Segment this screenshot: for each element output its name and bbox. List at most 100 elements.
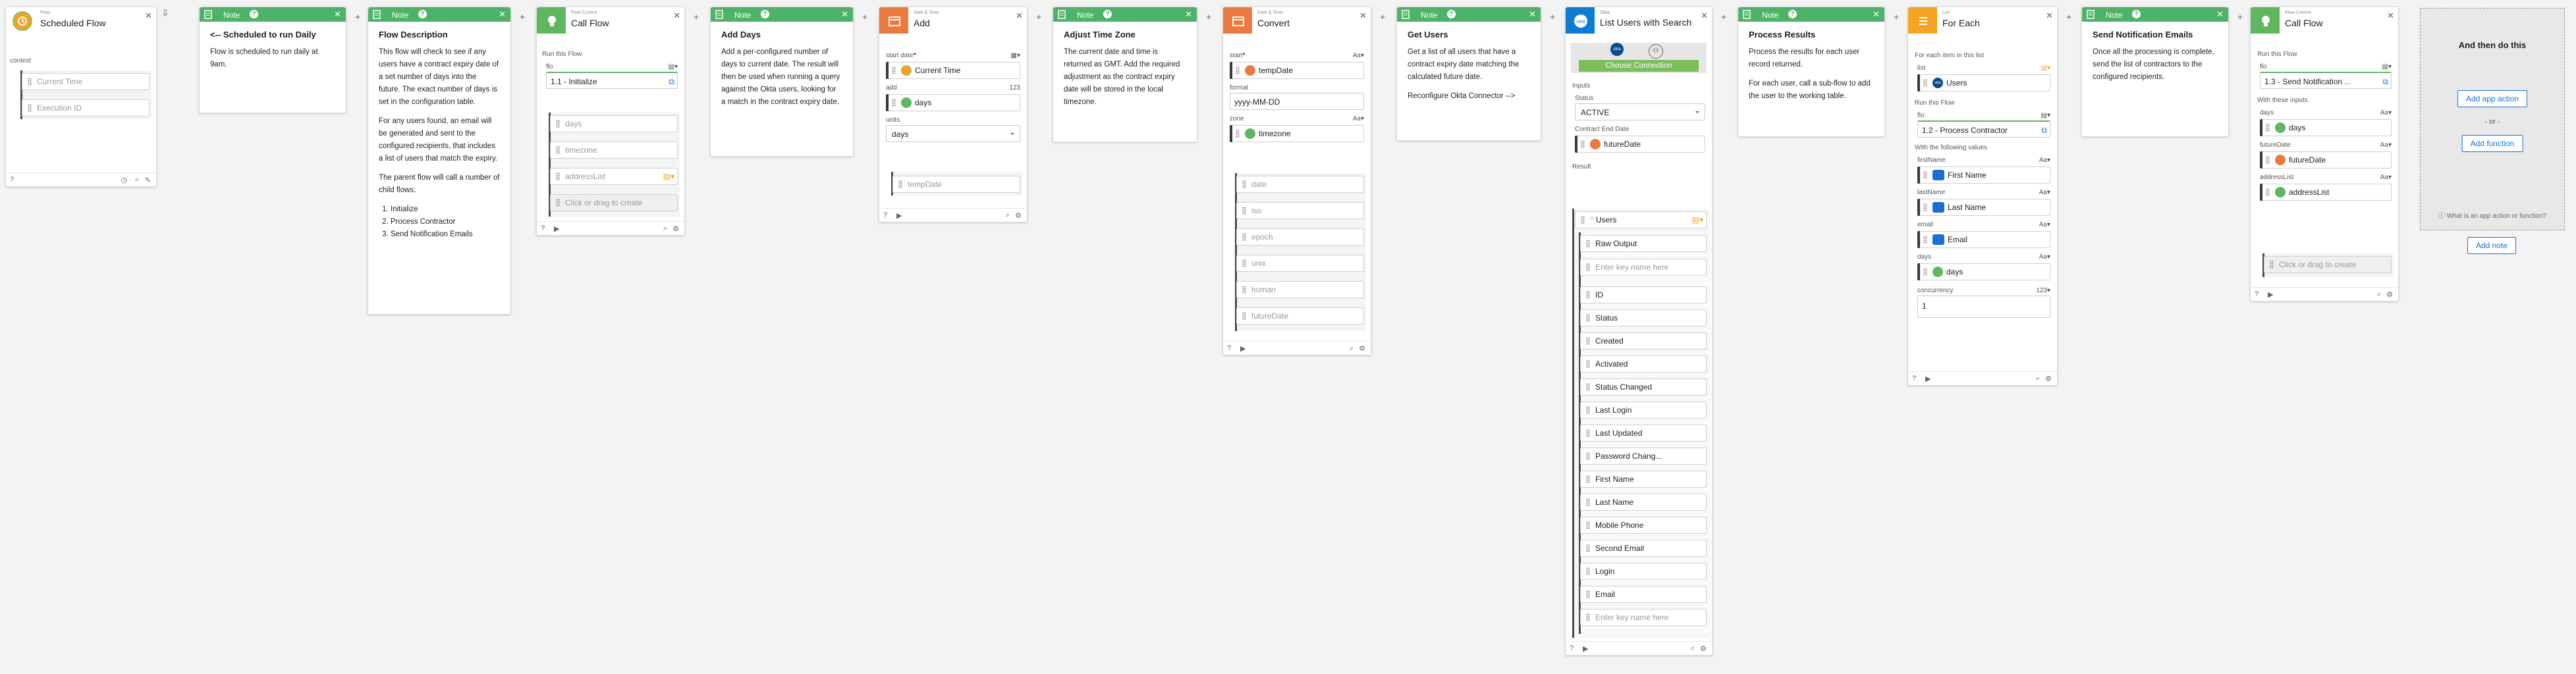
add-step-icon[interactable]: + [1892, 12, 1901, 22]
add-step-icon[interactable]: + [518, 12, 527, 22]
add-step-icon[interactable]: + [353, 12, 362, 22]
type-icon[interactable]: Aa▾ [2380, 109, 2392, 117]
call-flow-card-initialize[interactable]: Flow Control Call Flow ✕ Run this Flow f… [536, 7, 685, 236]
user-field-item[interactable]: Last Name [1580, 494, 1707, 511]
search-icon[interactable]: ⌕ [135, 176, 139, 184]
key-name-input[interactable]: Enter key name here [1580, 259, 1707, 276]
output-futuredate[interactable]: futureDate [1236, 307, 1364, 324]
user-field-item[interactable]: Email [1580, 586, 1707, 603]
add-step-icon[interactable]: ⇩ [161, 8, 170, 18]
user-field-item[interactable]: Mobile Phone [1580, 517, 1707, 534]
scheduled-flow-card[interactable]: Flow Scheduled Flow ✕ context Current Ti… [5, 7, 157, 187]
date-convert-card[interactable]: Date & Time Convert ✕ start* Aa▾ tempDate… [1222, 7, 1371, 355]
gear-icon[interactable]: ⚙ [1359, 344, 1365, 353]
number-type-icon[interactable]: 123 [1009, 84, 1020, 91]
close-icon[interactable]: ✕ [2216, 9, 2224, 20]
flo-input[interactable]: 1.1 - Initialize ⧉ [546, 72, 678, 89]
note-card-process-results[interactable]: Note? ✕ Process Results Process the resul… [1738, 7, 1885, 137]
input-value[interactable]: futureDate [2260, 151, 2392, 168]
help-icon[interactable]: ? [761, 10, 769, 18]
text-type-icon[interactable]: Aa▾ [2039, 157, 2050, 164]
output-iso[interactable]: iso [1236, 202, 1364, 219]
add-step-icon[interactable]: + [860, 12, 869, 22]
execution-id-output[interactable]: Execution ID [22, 99, 150, 117]
close-icon[interactable]: ✕ [1873, 9, 1880, 20]
help-icon[interactable]: ? [1103, 10, 1112, 18]
start-input[interactable]: tempDate [1230, 62, 1364, 79]
add-step-icon[interactable]: + [692, 12, 701, 22]
flow-type-icon[interactable]: ▤▾ [2041, 112, 2050, 119]
close-icon[interactable]: ✕ [1016, 11, 1023, 21]
add-step-icon[interactable]: + [2064, 12, 2073, 22]
help-link[interactable]: ⓘ What is an app action or function? [2421, 210, 2564, 220]
output-tempdate[interactable]: tempDate [892, 176, 1020, 193]
close-icon[interactable]: ✕ [673, 11, 680, 21]
flow-type-icon[interactable]: ▤▾ [669, 63, 678, 70]
note-card-get-users[interactable]: Note? ✕ Get Users Get a list of all users… [1396, 7, 1541, 141]
output-unix[interactable]: unix [1236, 255, 1364, 272]
help-icon[interactable]: ? [541, 224, 545, 232]
number-type-icon[interactable]: 123▾ [2036, 287, 2050, 294]
type-icon[interactable]: Aa▾ [2380, 174, 2392, 181]
play-icon[interactable]: ▶ [1240, 344, 1246, 353]
search-icon[interactable]: ⌕ [663, 224, 667, 233]
gear-icon[interactable]: ⚙ [2386, 290, 2393, 299]
search-icon[interactable]: ⌕ [1691, 644, 1695, 653]
add-step-icon[interactable]: + [1204, 12, 1213, 22]
start-date-input[interactable]: Current Time [886, 62, 1020, 79]
flo-input[interactable]: 1.2 - Process Contractor ⧉ [1917, 120, 2050, 138]
close-icon[interactable]: ✕ [2046, 11, 2053, 21]
type-icon[interactable]: Aa▾ [2380, 142, 2392, 149]
date-add-card[interactable]: Date & Time Add ✕ start date* ▦▾ Current … [879, 7, 1028, 222]
note-card-add-days[interactable]: Note? ✕ Add Days Add a per-configured num… [710, 7, 854, 157]
output-timezone[interactable]: timezone [550, 142, 678, 159]
flo-input[interactable]: 1.3 - Send Notification ... ⧉ [2260, 72, 2392, 89]
status-select[interactable]: ACTIVE [1575, 103, 1705, 120]
user-field-item[interactable]: Password Chang... [1580, 448, 1707, 465]
note-card-send-notifications[interactable]: Note? ✕ Send Notification Emails Once all… [2081, 7, 2229, 137]
calendar-type-icon[interactable]: ▦▾ [1011, 52, 1020, 59]
choose-connection-button[interactable]: Choose Connection [1579, 60, 1699, 72]
text-type-icon[interactable]: Aa▾ [2039, 221, 2050, 228]
add-function-button[interactable]: Add function [2461, 135, 2523, 152]
text-type-icon[interactable]: Aa▾ [1353, 115, 1364, 122]
help-icon[interactable]: ? [1227, 344, 1231, 352]
history-icon[interactable]: ◷ [121, 176, 127, 184]
user-field-item[interactable]: Second Email [1580, 540, 1707, 557]
play-icon[interactable]: ▶ [1925, 375, 1931, 383]
list-type-icon[interactable]: ▤▾ [2041, 65, 2050, 72]
close-icon[interactable]: ✕ [145, 11, 152, 21]
gear-icon[interactable]: ⚙ [1015, 211, 1022, 220]
open-link-icon[interactable]: ⧉ [669, 73, 674, 90]
note-card-timezone[interactable]: Note? ✕ Adjust Time Zone The current date… [1053, 7, 1197, 142]
output-days[interactable]: days [550, 115, 678, 132]
close-icon[interactable]: ✕ [2387, 11, 2394, 21]
value-input[interactable]: Last Name [1917, 199, 2050, 216]
zone-input[interactable]: timezone [1230, 125, 1364, 142]
help-icon[interactable]: ? [10, 176, 14, 184]
search-icon[interactable]: ⌕ [2377, 290, 2381, 299]
play-icon[interactable]: ▶ [2268, 290, 2273, 299]
text-type-icon[interactable]: Aa▾ [2039, 253, 2050, 261]
create-output-field[interactable]: Click or drag to create [2264, 256, 2392, 273]
text-type-icon[interactable]: Aa▾ [2039, 189, 2050, 196]
help-icon[interactable]: ? [1570, 644, 1574, 652]
close-icon[interactable]: ✕ [841, 9, 848, 20]
close-icon[interactable]: ✕ [334, 9, 341, 20]
close-icon[interactable]: ✕ [1529, 9, 1536, 20]
raw-output-field[interactable]: Raw Output [1580, 235, 1707, 252]
close-icon[interactable]: ✕ [1359, 11, 1367, 21]
note-card-description[interactable]: Note? ✕ Flow Description This flow will c… [368, 7, 511, 315]
user-field-item[interactable]: ID [1580, 286, 1707, 303]
units-select[interactable]: days [886, 125, 1020, 142]
output-human[interactable]: human [1236, 281, 1364, 298]
close-icon[interactable]: ✕ [1701, 11, 1708, 21]
text-type-icon[interactable]: Aa▾ [1353, 52, 1364, 59]
flow-type-icon[interactable]: ▤▾ [2382, 63, 2392, 70]
search-icon[interactable]: ⌕ [1350, 344, 1354, 353]
okta-list-users-card[interactable]: okta Okta List Users with Search ✕ okta … [1565, 7, 1713, 656]
user-field-item[interactable]: Created [1580, 332, 1707, 350]
create-output-field[interactable]: Click or drag to create [550, 194, 678, 211]
help-icon[interactable]: ? [250, 10, 258, 18]
note-card-schedule[interactable]: Note? ✕ <-- Scheduled to run Daily Flow i… [199, 7, 346, 113]
